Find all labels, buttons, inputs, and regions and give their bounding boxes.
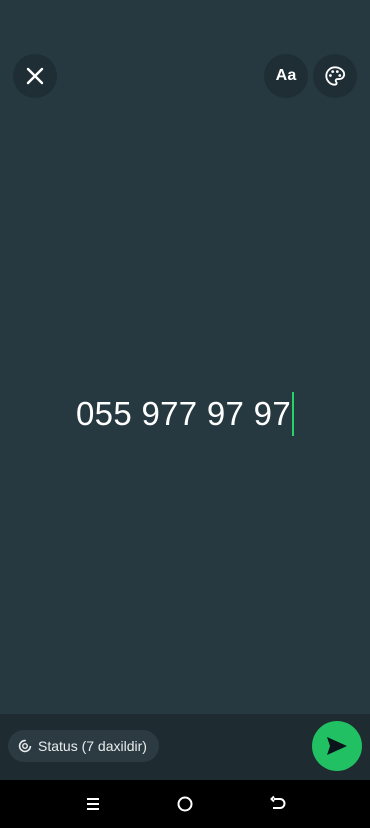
- text-caret: [291, 392, 294, 436]
- send-button[interactable]: [312, 721, 362, 771]
- background-color-button[interactable]: [313, 54, 357, 98]
- home-icon: [177, 796, 193, 812]
- font-style-label: Aa: [275, 67, 297, 84]
- back-button[interactable]: [268, 794, 288, 814]
- status-footer: Status (7 daxildir): [0, 714, 370, 780]
- status-text-value: 055 977 97 97: [76, 395, 291, 432]
- palette-icon: [325, 66, 346, 86]
- back-icon: [270, 795, 286, 809]
- close-icon: [26, 67, 44, 85]
- close-button[interactable]: [13, 54, 57, 98]
- audience-selector[interactable]: Status (7 daxildir): [8, 730, 159, 762]
- audience-label: Status (7 daxildir): [38, 738, 147, 754]
- system-navigation-bar: [0, 780, 370, 828]
- home-button[interactable]: [175, 794, 195, 814]
- font-style-button[interactable]: Aa: [264, 54, 308, 98]
- status-text-canvas[interactable]: Aa 055 977 97 97: [0, 0, 370, 714]
- recent-apps-button[interactable]: [83, 794, 103, 814]
- recent-apps-icon: [87, 798, 99, 810]
- status-text-input[interactable]: 055 977 97 97: [0, 392, 370, 436]
- status-ring-icon: [18, 739, 32, 753]
- send-icon: [327, 737, 347, 755]
